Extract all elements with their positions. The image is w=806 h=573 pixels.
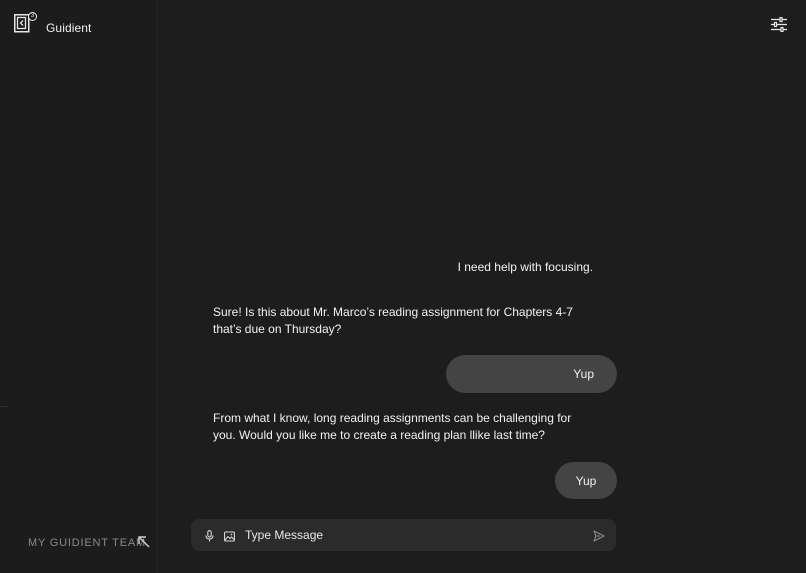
user-message: Yup (575, 473, 597, 488)
arrow-up-left-icon[interactable] (137, 535, 151, 554)
app-window: 3 Guidient MY GUIDIENT TEAM I need help … (0, 0, 806, 573)
assistant-message: Sure! Is this about Mr. Marco’s reading … (213, 305, 573, 336)
app-logo[interactable]: 3 (14, 12, 37, 33)
image-icon[interactable] (224, 529, 235, 542)
assistant-message: From what I know, long reading assignmen… (213, 411, 572, 442)
sliders-icon[interactable] (771, 16, 787, 33)
message-input[interactable] (245, 526, 575, 544)
message-composer (191, 519, 616, 551)
sidebar-divider (0, 406, 8, 407)
microphone-icon[interactable] (205, 529, 214, 542)
app-title: Guidient (46, 21, 92, 35)
send-icon[interactable] (593, 529, 605, 542)
user-message-bubble: Yup (555, 462, 617, 499)
book-logo-icon: 3 (14, 12, 37, 33)
logo-badge: 3 (28, 12, 37, 21)
sidebar: 3 Guidient MY GUIDIENT TEAM (0, 0, 157, 573)
user-message-bubble: Yup (446, 355, 617, 393)
my-team-link[interactable]: MY GUIDIENT TEAM (28, 537, 146, 549)
user-message: I need help with focusing. (457, 260, 593, 274)
user-message: Yup (573, 367, 594, 381)
